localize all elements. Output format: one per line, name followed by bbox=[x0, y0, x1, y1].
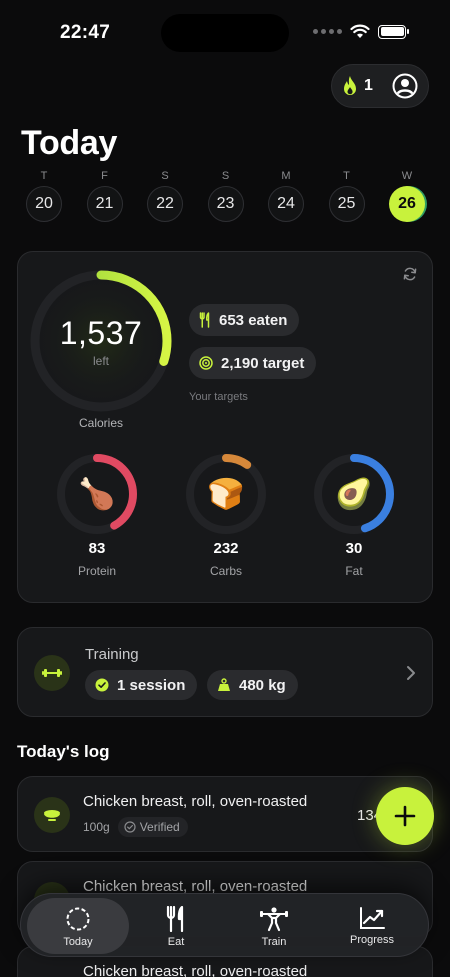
day-number: 26 bbox=[389, 186, 425, 222]
battery-icon bbox=[378, 24, 409, 39]
page-title: Today bbox=[21, 124, 118, 162]
fat-label: Fat bbox=[345, 564, 363, 578]
verified-label: Verified bbox=[139, 820, 180, 834]
log-item-amount: 100g bbox=[83, 820, 110, 834]
tab-eat[interactable]: Eat bbox=[125, 898, 227, 954]
training-title: Training bbox=[85, 646, 139, 663]
day-letter: F bbox=[101, 170, 108, 182]
target-icon bbox=[199, 356, 213, 370]
verified-badge: Verified bbox=[117, 817, 188, 837]
protein-value: 83 bbox=[88, 540, 106, 557]
tab-progress[interactable]: Progress bbox=[321, 898, 423, 954]
day-number: 20 bbox=[26, 186, 62, 222]
volume-chip: 480 kg bbox=[207, 670, 298, 700]
chart-icon bbox=[360, 907, 385, 929]
day-letter: W bbox=[401, 170, 413, 182]
refresh-icon[interactable] bbox=[402, 266, 418, 282]
session-chip: 1 session bbox=[85, 670, 198, 700]
tab-label: Progress bbox=[349, 934, 395, 946]
macro-fat[interactable]: 🥑 30 Fat bbox=[312, 452, 396, 582]
eaten-value: 653 eaten bbox=[219, 311, 288, 329]
verified-icon bbox=[124, 821, 136, 833]
day-letter: S bbox=[161, 170, 169, 182]
day-sun-23[interactable]: S 23 bbox=[207, 170, 269, 222]
streak-badge[interactable]: 1 bbox=[340, 75, 373, 97]
day-tue-20[interactable]: T 20 bbox=[26, 170, 87, 222]
day-number: 21 bbox=[86, 186, 123, 222]
chevron-right-icon[interactable] bbox=[406, 665, 416, 681]
streak-count: 1 bbox=[364, 77, 373, 94]
calories-remaining: 1,537 bbox=[59, 315, 143, 351]
target-value: 2,190 target bbox=[221, 354, 305, 372]
check-circle-icon bbox=[95, 678, 109, 692]
tab-bar: Today Eat Train Progress bbox=[20, 893, 429, 957]
todays-log-heading: Today's log bbox=[17, 742, 110, 761]
calories-left-label: left bbox=[92, 354, 109, 368]
day-number: 22 bbox=[147, 186, 183, 222]
macro-protein[interactable]: 🍗 83 Protein bbox=[55, 452, 139, 582]
your-targets-link[interactable]: Your targets bbox=[189, 391, 248, 403]
tab-today[interactable]: Today bbox=[27, 898, 129, 954]
header-pill: 1 bbox=[331, 64, 429, 108]
macro-carbs[interactable]: 🍞 232 Carbs bbox=[184, 452, 268, 582]
protein-label: Protein bbox=[77, 564, 117, 578]
avocado-icon: 🥑 bbox=[335, 477, 373, 511]
cellular-signal-icon bbox=[313, 29, 342, 34]
log-item[interactable]: Chicken breast, roll, oven-roasted 100g … bbox=[17, 776, 433, 852]
eaten-chip: 653 eaten bbox=[189, 304, 300, 336]
plus-icon bbox=[394, 805, 416, 827]
tab-label: Eat bbox=[167, 936, 185, 948]
dynamic-island bbox=[161, 14, 289, 52]
carbs-label: Carbs bbox=[209, 564, 242, 578]
food-bowl-icon bbox=[34, 797, 70, 833]
flame-icon bbox=[344, 76, 356, 95]
fat-value: 30 bbox=[345, 540, 363, 557]
wifi-icon bbox=[350, 24, 370, 38]
day-letter: T bbox=[40, 170, 48, 182]
carbs-value: 232 bbox=[213, 540, 239, 557]
tab-train[interactable]: Train bbox=[223, 898, 325, 954]
week-strip: T 20 F 21 S 22 S 23 M 24 T 25 W 26 bbox=[26, 170, 450, 222]
volume-value: 480 kg bbox=[239, 676, 286, 694]
day-letter: S bbox=[221, 170, 230, 182]
add-food-button[interactable] bbox=[376, 787, 434, 845]
today-icon bbox=[66, 907, 90, 931]
day-fri-21[interactable]: F 21 bbox=[86, 170, 148, 222]
day-number: 23 bbox=[207, 186, 244, 222]
log-item-name: Chicken breast, roll, oven-roasted bbox=[83, 963, 308, 977]
calories-label: Calories bbox=[78, 416, 123, 430]
profile-icon[interactable] bbox=[392, 73, 418, 99]
day-letter: M bbox=[281, 170, 291, 182]
weight-icon bbox=[218, 678, 230, 691]
day-sat-22[interactable]: S 22 bbox=[147, 170, 208, 222]
bread-icon: 🍞 bbox=[207, 477, 245, 511]
day-mon-24[interactable]: M 24 bbox=[268, 170, 329, 222]
dumbbell-icon bbox=[34, 655, 70, 691]
day-letter: T bbox=[343, 170, 350, 182]
status-icons bbox=[313, 24, 409, 39]
day-tue-25[interactable]: T 25 bbox=[328, 170, 390, 222]
log-item-meta: 100g Verified bbox=[83, 817, 188, 837]
fork-knife-icon bbox=[199, 312, 210, 328]
day-wed-26-selected[interactable]: W 26 bbox=[389, 170, 450, 222]
calories-card[interactable]: 1,537 left Calories 653 eaten 2,190 targ… bbox=[17, 251, 433, 603]
status-bar: 22:47 bbox=[0, 0, 450, 60]
session-value: 1 session bbox=[117, 676, 186, 694]
weightlifter-icon bbox=[260, 907, 288, 932]
tab-label: Today bbox=[63, 936, 93, 948]
tab-label: Train bbox=[261, 936, 287, 948]
day-number: 25 bbox=[328, 186, 365, 222]
fork-knife-icon bbox=[166, 906, 184, 932]
drumstick-icon: 🍗 bbox=[78, 477, 116, 511]
log-item-name: Chicken breast, roll, oven-roasted bbox=[83, 793, 308, 810]
status-time: 22:47 bbox=[60, 22, 111, 43]
target-chip: 2,190 target bbox=[189, 347, 317, 379]
training-card[interactable]: Training 1 session 480 kg bbox=[17, 627, 433, 717]
day-number: 24 bbox=[268, 186, 304, 222]
